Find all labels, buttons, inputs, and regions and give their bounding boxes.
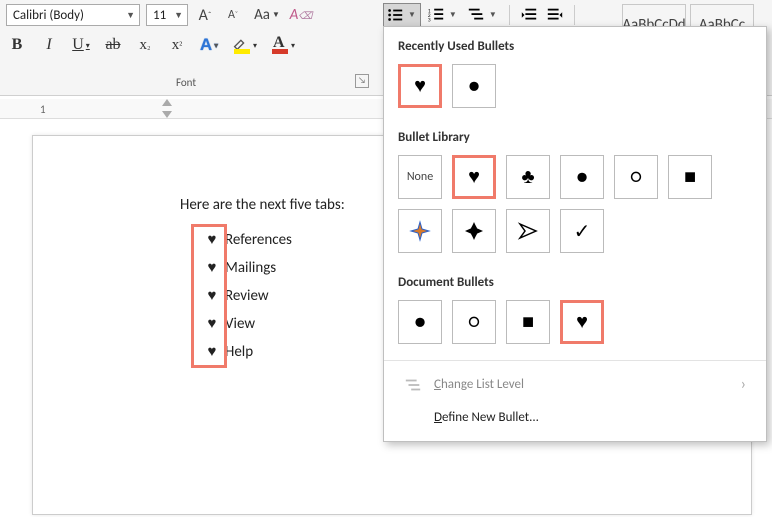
bullets-button[interactable]: ▼ <box>383 3 421 27</box>
heart-icon: ♥ <box>199 254 225 282</box>
decrease-indent-button[interactable] <box>518 3 540 27</box>
strikethrough-button[interactable]: ab <box>102 34 124 56</box>
svg-text:3: 3 <box>428 17 431 23</box>
bullet-option-fourstar[interactable] <box>398 209 442 253</box>
heart-icon: ♥ <box>199 282 225 310</box>
chevron-down-icon[interactable]: ▼ <box>406 10 418 20</box>
shrink-font-button[interactable]: Aˇ <box>222 4 244 26</box>
font-dialog-launcher[interactable]: ↘ <box>355 74 369 88</box>
bullet-option-diamond4[interactable] <box>452 209 496 253</box>
heart-icon: ♥ <box>199 338 225 366</box>
define-new-bullet-menu[interactable]: Define New Bullet... <box>384 402 766 433</box>
chevron-down-icon[interactable]: ▾ <box>291 41 295 50</box>
list-item[interactable]: ♥References <box>199 226 292 254</box>
font-name-combo[interactable]: Calibri (Body) ▼ <box>6 4 140 26</box>
heart-icon: ♥ <box>199 226 225 254</box>
bullet-option-circle[interactable]: ○ <box>614 155 658 199</box>
bulleted-list[interactable]: ♥References ♥Mailings ♥Review ♥View ♥Hel… <box>199 226 292 366</box>
bullet-option-disc[interactable]: ● <box>560 155 604 199</box>
bullet-option-square[interactable]: ■ <box>506 300 550 344</box>
bullet-option-disc[interactable]: ● <box>452 64 496 108</box>
list-item-text[interactable]: Review <box>225 282 269 310</box>
chevron-down-icon[interactable]: ▼ <box>272 10 280 20</box>
bullet-option-disc[interactable]: ● <box>398 300 442 344</box>
bullet-option-arrow[interactable] <box>506 209 550 253</box>
bullet-library-grid: None ♥ ♣ ● ○ ■ ✓ <box>384 151 766 263</box>
list-item[interactable]: ♥View <box>199 310 292 338</box>
define-new-bullet-label: Define New Bullet... <box>434 410 539 425</box>
font-size-combo[interactable]: 11 ▼ <box>146 4 188 26</box>
heart-icon: ♥ <box>199 310 225 338</box>
bullet-option-circle[interactable]: ○ <box>452 300 496 344</box>
text-effects-button[interactable]: A▾ <box>198 34 220 56</box>
list-item-text[interactable]: Mailings <box>225 254 276 282</box>
first-line-indent-marker[interactable] <box>162 99 172 106</box>
chevron-down-icon[interactable]: ▼ <box>487 10 499 20</box>
document-bullets-grid: ● ○ ■ ♥ <box>384 296 766 354</box>
chevron-down-icon[interactable]: ▾ <box>214 41 218 50</box>
chevron-down-icon[interactable]: ▾ <box>253 41 257 50</box>
section-title-document: Document Bullets <box>384 263 766 296</box>
clear-formatting-button[interactable]: A⌫ <box>290 4 312 26</box>
change-case-button[interactable]: Aa▼ <box>250 4 284 26</box>
list-level-icon <box>404 376 422 394</box>
separator <box>509 5 510 25</box>
bullet-option-none[interactable]: None <box>398 155 442 199</box>
multilevel-list-button[interactable]: ▼ <box>465 3 501 27</box>
paragraph-row: ▼ 123 ▼ ▼ <box>383 2 579 28</box>
change-list-level-menu: Change List Level › <box>384 367 766 402</box>
chevron-down-icon[interactable]: ▼ <box>447 10 459 20</box>
bullet-option-heart[interactable]: ♥ <box>398 64 442 108</box>
chevron-down-icon[interactable]: ▾ <box>86 41 90 50</box>
bullet-option-heart[interactable]: ♥ <box>560 300 604 344</box>
chevron-down-icon[interactable]: ▼ <box>174 10 183 21</box>
section-title-library: Bullet Library <box>384 118 766 151</box>
font-name-value: Calibri (Body) <box>13 8 84 23</box>
hanging-indent-marker[interactable] <box>162 111 172 118</box>
underline-button[interactable]: U▾ <box>70 34 92 56</box>
recent-bullets-grid: ♥ ● <box>384 60 766 118</box>
paragraph-text[interactable]: Here are the next five tabs: <box>180 196 345 214</box>
bullet-option-square[interactable]: ■ <box>668 155 712 199</box>
font-size-value: 11 <box>153 8 166 23</box>
grow-font-button[interactable]: Aˆ <box>194 4 216 26</box>
change-list-level-label: Change List Level <box>434 377 524 392</box>
bullet-option-heart[interactable]: ♥ <box>452 155 496 199</box>
list-item[interactable]: ♥Review <box>199 282 292 310</box>
change-case-label: Aa <box>254 6 270 24</box>
separator <box>384 360 766 361</box>
text-effects-label: A <box>200 35 212 55</box>
highlight-button[interactable]: ▾ <box>230 34 258 56</box>
list-item-text[interactable]: View <box>225 310 255 338</box>
separator <box>574 5 575 25</box>
font-row-bottom: B I U▾ ab x x A▾ ▾ A ▾ <box>6 34 296 56</box>
list-item[interactable]: ♥Mailings <box>199 254 292 282</box>
list-item[interactable]: ♥Help <box>199 338 292 366</box>
list-item-text[interactable]: Help <box>225 338 253 366</box>
font-row-top: Calibri (Body) ▼ 11 ▼ Aˆ Aˇ Aa▼ A⌫ <box>6 4 312 26</box>
numbering-button[interactable]: 123 ▼ <box>425 3 461 27</box>
underline-label: U <box>72 36 84 54</box>
ruler-number: 1 <box>40 103 46 116</box>
section-title-recent: Recently Used Bullets <box>384 27 766 60</box>
bullet-option-club[interactable]: ♣ <box>506 155 550 199</box>
chevron-right-icon: › <box>741 375 746 394</box>
bullet-option-check[interactable]: ✓ <box>560 209 604 253</box>
chevron-down-icon[interactable]: ▼ <box>126 10 135 21</box>
font-color-button[interactable]: A ▾ <box>268 34 296 56</box>
bold-button[interactable]: B <box>6 34 28 56</box>
increase-indent-button[interactable] <box>544 3 566 27</box>
italic-button[interactable]: I <box>38 34 60 56</box>
superscript-button[interactable]: x <box>166 34 188 56</box>
font-group-label: Font <box>0 76 372 89</box>
bullets-dropdown-panel: Recently Used Bullets ♥ ● Bullet Library… <box>383 26 767 442</box>
list-item-text[interactable]: References <box>225 226 292 254</box>
subscript-button[interactable]: x <box>134 34 156 56</box>
